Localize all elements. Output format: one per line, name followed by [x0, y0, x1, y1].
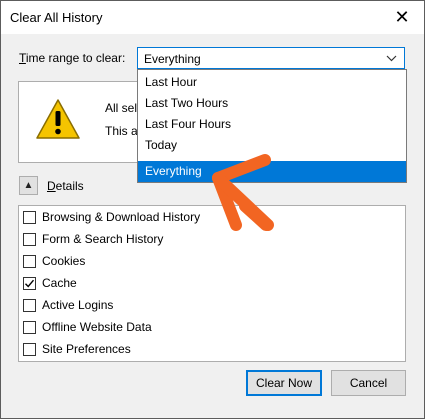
- checkbox-label: Active Logins: [42, 298, 114, 312]
- dropdown-option-today[interactable]: Today: [138, 135, 406, 156]
- dropdown-option-last-hour[interactable]: Last Hour: [138, 72, 406, 93]
- checkbox-label: Cache: [42, 276, 77, 290]
- checkmark-icon: [25, 279, 35, 288]
- list-item[interactable]: Site Preferences: [23, 339, 131, 359]
- close-icon: ✕: [394, 7, 410, 27]
- dialog-title: Clear All History: [10, 10, 103, 25]
- checkbox-label: Offline Website Data: [42, 320, 152, 334]
- list-item[interactable]: Form & Search History: [23, 229, 163, 249]
- checkbox-browsing-download-history[interactable]: [23, 210, 36, 224]
- title-bar: Clear All History ✕: [1, 1, 424, 34]
- checkbox-cache[interactable]: [23, 276, 36, 290]
- checkbox-offline-website-data[interactable]: [23, 320, 36, 334]
- clear-now-button[interactable]: Clear Now: [246, 370, 322, 396]
- dropdown-option-last-two-hours[interactable]: Last Two Hours: [138, 93, 406, 114]
- time-range-select[interactable]: Everything: [137, 47, 405, 69]
- checkbox-label: Site Preferences: [42, 342, 131, 356]
- list-item[interactable]: Cookies: [23, 251, 85, 271]
- dropdown-option-last-four-hours[interactable]: Last Four Hours: [138, 114, 406, 135]
- details-label: Details: [47, 179, 84, 193]
- checkbox-site-preferences[interactable]: [23, 342, 36, 356]
- checkbox-active-logins[interactable]: [23, 298, 36, 312]
- checkbox-label: Form & Search History: [42, 232, 164, 246]
- details-toggle-button[interactable]: ▲: [19, 176, 38, 195]
- close-button[interactable]: ✕: [380, 1, 424, 34]
- list-item[interactable]: Cache: [23, 273, 77, 293]
- chevron-up-icon: ▲: [23, 180, 34, 191]
- dropdown-option-everything[interactable]: Everything: [138, 161, 406, 182]
- checkbox-label: Browsing & Download History: [42, 210, 201, 224]
- checkbox-cookies[interactable]: [23, 254, 36, 268]
- history-items-list: Browsing & Download History Form & Searc…: [18, 205, 406, 362]
- time-range-value: Everything: [144, 52, 201, 66]
- cancel-button[interactable]: Cancel: [331, 370, 406, 396]
- clear-history-dialog: Clear All History ✕ Time range to clear:…: [0, 0, 425, 419]
- checkbox-label: Cookies: [42, 254, 86, 268]
- checkbox-form-search-history[interactable]: [23, 232, 36, 246]
- list-item[interactable]: Offline Website Data: [23, 317, 152, 337]
- chevron-down-icon: [386, 50, 397, 69]
- warning-icon: [35, 98, 81, 140]
- time-range-label: Time range to clear:: [19, 51, 126, 65]
- list-item[interactable]: Browsing & Download History: [23, 207, 200, 227]
- list-item[interactable]: Active Logins: [23, 295, 113, 315]
- time-range-dropdown: Last Hour Last Two Hours Last Four Hours…: [137, 69, 407, 183]
